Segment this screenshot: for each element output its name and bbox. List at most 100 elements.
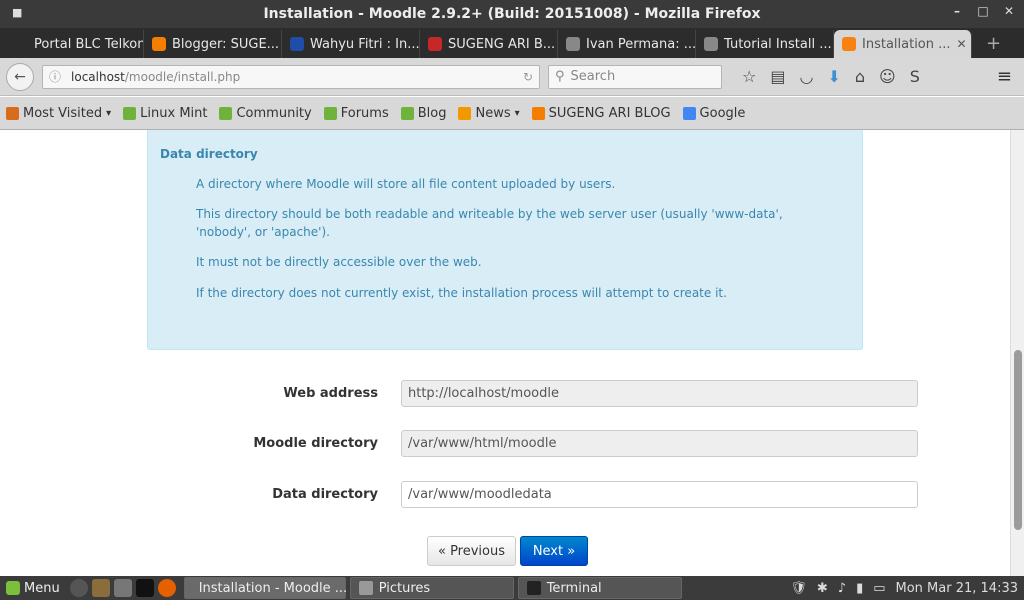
chevron-down-icon: ▾	[106, 107, 112, 119]
bookmark-star-icon[interactable]: ☆	[742, 67, 756, 86]
tab-label: Wahyu Fitri : In...	[310, 36, 420, 52]
next-button[interactable]: Next »	[520, 536, 588, 566]
data-directory-field[interactable]	[401, 481, 918, 508]
bookmark-item[interactable]: Blog	[400, 106, 446, 121]
bookmark-item[interactable]: Most Visited ▾	[6, 106, 111, 121]
system-launcher-icon[interactable]	[113, 579, 132, 597]
network-icon[interactable]: ▮	[856, 581, 863, 596]
page-scrollbar[interactable]	[1010, 130, 1024, 576]
window-menu-icon[interactable]: ■	[12, 6, 24, 19]
reading-list-icon[interactable]: ▤	[770, 67, 785, 86]
data-directory-label: Data directory	[272, 487, 378, 502]
bookmark-favicon-icon	[458, 106, 472, 120]
bookmark-label: News	[475, 105, 511, 121]
tab-label: SUGENG ARI B...	[448, 36, 556, 52]
url-path: /moodle/install.php	[124, 69, 241, 84]
tab-label: Ivan Permana: ...	[586, 36, 696, 52]
bookmark-favicon-icon	[219, 106, 233, 120]
info-heading: Data directory	[160, 147, 258, 161]
browser-tab[interactable]: Tutorial Install ...	[696, 30, 834, 58]
tab-label: Installation ...	[862, 36, 951, 52]
show-desktop-icon[interactable]	[69, 579, 88, 597]
browser-tab[interactable]: Ivan Permana: ...	[558, 30, 696, 58]
window-title: Installation - Moodle 2.9.2+ (Build: 201…	[263, 6, 761, 22]
update-shield-icon[interactable]: 🛡	[790, 581, 807, 596]
new-tab-button[interactable]: +	[986, 33, 1001, 54]
downloads-icon[interactable]: ⬇	[827, 67, 840, 86]
bookmarks-toolbar: Most Visited ▾ Linux Mint Community Forums Bl…	[0, 97, 1024, 130]
moodle-directory-field[interactable]	[401, 430, 918, 457]
start-menu-button[interactable]: Menu	[0, 576, 66, 600]
web-address-field[interactable]	[401, 380, 918, 407]
hello-icon[interactable]: ☺	[879, 67, 896, 86]
taskbar-window-label: Pictures	[378, 580, 431, 596]
taskbar-window-button[interactable]: Installation - Moodle ...	[183, 577, 348, 599]
page-content: Data directory A directory where Moodle …	[0, 130, 1010, 576]
taskbar-window-label: Installation - Moodle ...	[198, 580, 348, 596]
data-directory-row: Data directory	[0, 481, 1010, 509]
tab-favicon-icon	[14, 37, 28, 51]
moodle-directory-label: Moodle directory	[253, 436, 378, 451]
info-paragraph-3: It must not be directly accessible over …	[196, 255, 482, 269]
previous-button[interactable]: « Previous	[427, 536, 516, 566]
maximize-button[interactable]: □	[976, 4, 990, 18]
search-input[interactable]: ⚲ Search	[548, 64, 722, 89]
browser-tab[interactable]: Blogger: SUGE...	[144, 30, 282, 58]
bookmark-favicon-icon	[400, 106, 414, 120]
back-button[interactable]: ←	[6, 62, 34, 91]
bookmark-favicon-icon	[531, 106, 545, 120]
taskbar-window-button[interactable]: Pictures	[349, 577, 514, 599]
info-paragraph-4: If the directory does not currently exis…	[196, 286, 727, 300]
extension-icon[interactable]: S	[910, 67, 920, 86]
bookmark-label: Community	[236, 105, 312, 121]
tab-favicon-icon	[566, 37, 580, 51]
bookmark-item[interactable]: News ▾	[458, 105, 520, 121]
data-directory-info-box: Data directory A directory where Moodle …	[147, 130, 863, 350]
tab-close-icon[interactable]: ✕	[957, 37, 967, 51]
browser-tab[interactable]: Wahyu Fitri : In...	[282, 30, 420, 58]
clock[interactable]: Mon Mar 21, 14:33	[896, 581, 1018, 596]
file-manager-launcher-icon[interactable]	[91, 579, 110, 597]
battery-icon[interactable]: ▭	[873, 581, 885, 596]
bluetooth-icon[interactable]: ✱	[817, 581, 828, 596]
tab-favicon-icon	[704, 37, 718, 51]
scrollbar-thumb[interactable]	[1014, 350, 1022, 530]
browser-tab[interactable]: Installation ... ✕	[834, 30, 972, 58]
bookmark-label: Most Visited	[23, 105, 103, 121]
moodle-directory-row: Moodle directory	[0, 430, 1010, 458]
bookmark-item[interactable]: Forums	[323, 105, 389, 121]
navigation-toolbar: ← ⓘ localhost /moodle/install.php ↻ ⚲ Se…	[0, 58, 1024, 96]
bookmark-favicon-icon	[123, 106, 137, 120]
tab-label: Blogger: SUGE...	[172, 36, 280, 52]
app-icon	[358, 581, 373, 595]
taskbar-window-button[interactable]: Terminal	[517, 577, 682, 599]
url-bar[interactable]: ⓘ localhost /moodle/install.php ↻	[42, 64, 540, 89]
site-info-icon[interactable]: ⓘ	[49, 68, 61, 85]
minimize-button[interactable]: –	[950, 4, 964, 18]
bookmark-item[interactable]: Community	[219, 105, 312, 121]
browser-tab[interactable]: SUGENG ARI B...	[420, 30, 558, 58]
hamburger-menu-icon[interactable]: ≡	[997, 66, 1012, 87]
terminal-launcher-icon[interactable]	[135, 579, 154, 597]
url-host: localhost	[71, 69, 125, 84]
bookmark-item[interactable]: Google	[682, 105, 746, 121]
bookmark-label: SUGENG ARI BLOG	[548, 105, 671, 121]
firefox-launcher-icon[interactable]	[157, 579, 176, 597]
tab-strip: Portal BLC Telkom ... Blogger: SUGE... Wah…	[0, 28, 1024, 58]
bookmark-item[interactable]: Linux Mint	[123, 106, 207, 121]
bookmark-favicon-icon	[6, 106, 19, 120]
home-icon[interactable]: ⌂	[855, 67, 865, 86]
search-placeholder: Search	[570, 69, 616, 84]
search-icon: ⚲	[555, 69, 565, 84]
bookmark-label: Google	[699, 105, 746, 121]
volume-icon[interactable]: ♪	[838, 581, 846, 596]
close-window-button[interactable]: ✕	[1002, 4, 1016, 18]
browser-tab[interactable]: Portal BLC Telkom ...	[6, 30, 144, 58]
reload-icon[interactable]: ↻	[523, 70, 533, 84]
tab-favicon-icon	[152, 37, 166, 51]
pocket-icon[interactable]: ◡	[799, 67, 813, 86]
bookmark-favicon-icon	[323, 106, 337, 120]
bookmark-label: Forums	[340, 105, 389, 121]
taskbar: Menu Installation - Moodle ... Pictures Te…	[0, 576, 1024, 600]
bookmark-item[interactable]: SUGENG ARI BLOG	[531, 105, 671, 121]
